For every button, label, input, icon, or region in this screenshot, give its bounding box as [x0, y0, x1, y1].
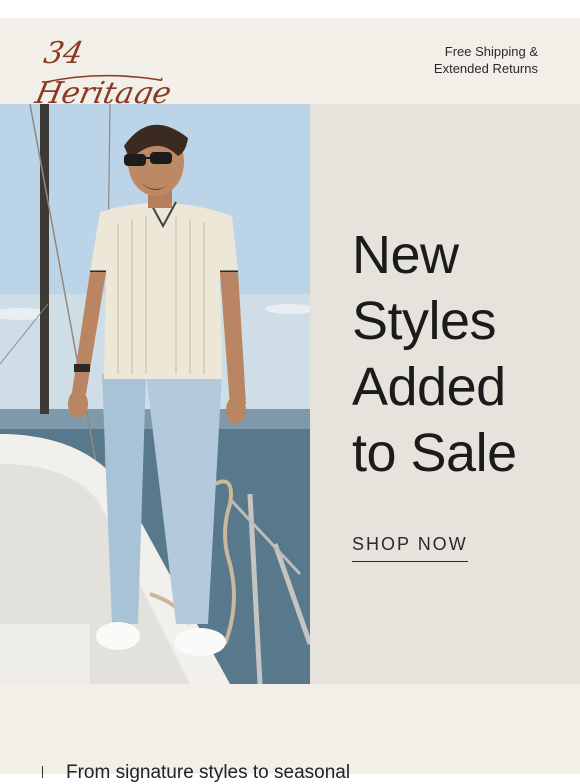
headline-line: to Sale [352, 423, 517, 483]
intro-section: From signature styles to seasonal [0, 684, 580, 783]
shipping-line-1: Free Shipping & [444, 44, 538, 59]
model-on-sailboat-photo-icon [0, 104, 310, 684]
shipping-line-2: Extended Returns [433, 61, 538, 76]
shop-now-link[interactable]: SHOP NOW [352, 534, 468, 562]
hero-photo[interactable] [0, 104, 310, 684]
headline-line: New [352, 225, 459, 285]
top-spacer [0, 0, 580, 18]
intro-text: From signature styles to seasonal [66, 762, 351, 783]
hero-headline: New Styles Added to Sale [352, 222, 572, 486]
shipping-notice: Free Shipping & Extended Returns [368, 43, 538, 77]
logo-swash-icon [45, 74, 163, 83]
brand-logo[interactable]: 34 Heritage [32, 34, 190, 111]
hero-banner: New Styles Added to Sale SHOP NOW [0, 104, 580, 684]
headline-line: Added [352, 357, 506, 417]
headline-line: Styles [352, 291, 497, 351]
email-header: 34 Heritage Free Shipping & Extended Ret… [0, 18, 580, 111]
hero-text-panel: New Styles Added to Sale SHOP NOW [310, 104, 580, 684]
intro-divider [42, 766, 43, 778]
